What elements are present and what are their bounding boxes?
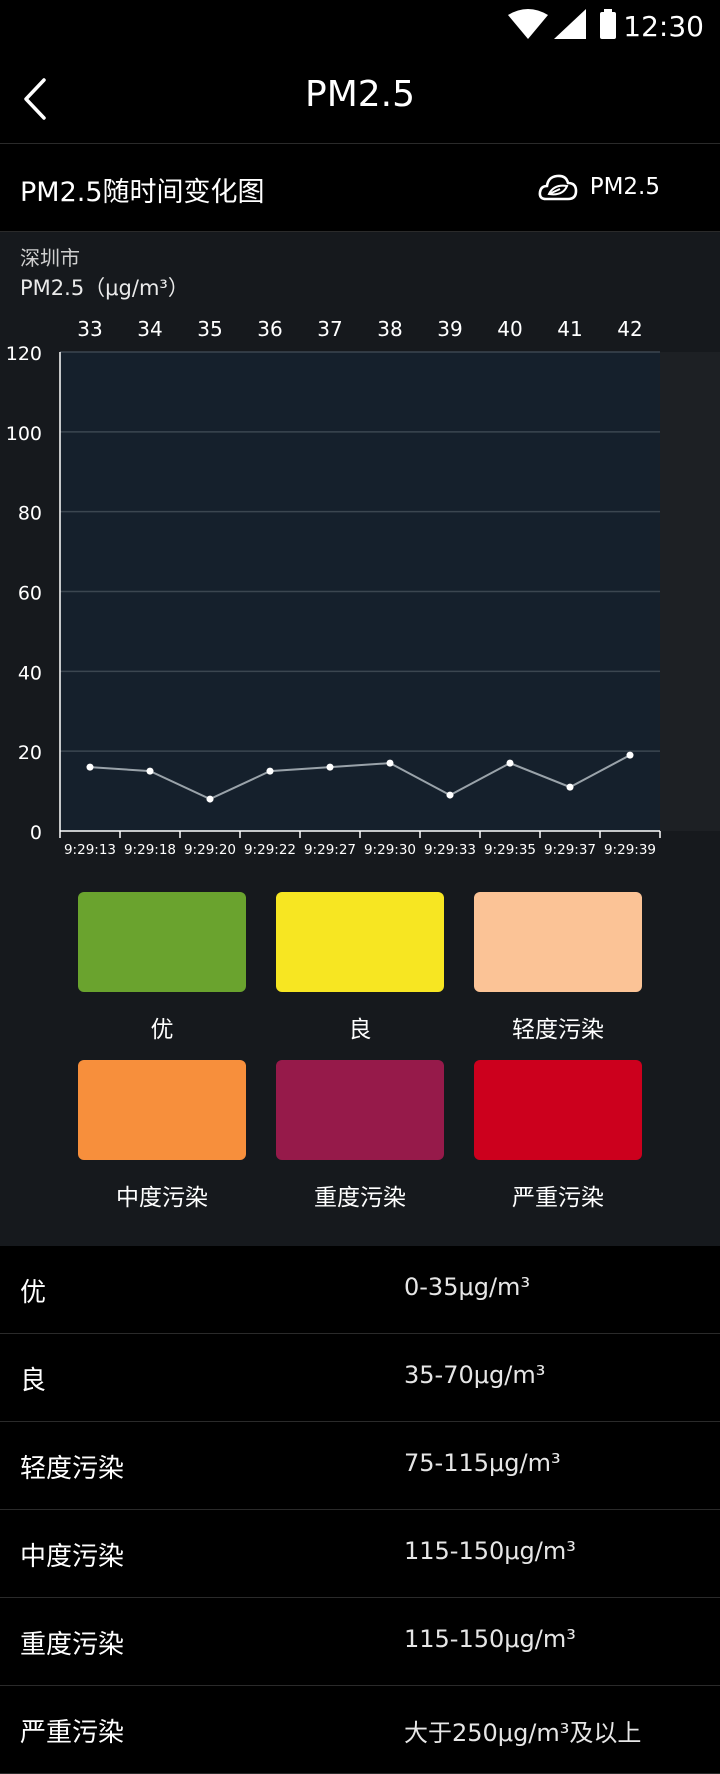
section-tag: PM2.5: [538, 172, 660, 202]
aqi-legend: 优 良 轻度污染 中度污染 重度污染 严重污染: [0, 892, 720, 1232]
legend-item-heavy: 重度污染: [276, 1060, 444, 1212]
top-index-label: 35: [197, 317, 222, 341]
legend-label: 轻度污染: [512, 1017, 604, 1043]
x-tick-label: 9:29:30: [364, 842, 416, 858]
level-range: 115-150μg/m³: [404, 1625, 576, 1653]
page-title: PM2.5: [304, 74, 416, 115]
x-tick-label: 9:29:18: [124, 842, 176, 858]
data-point: [566, 783, 574, 791]
y-tick-label: 120: [6, 343, 42, 365]
level-range: 115-150μg/m³: [404, 1537, 576, 1565]
x-tick-label: 9:29:22: [244, 842, 296, 858]
level-name: 重度污染: [20, 1630, 125, 1660]
legend-swatch: [474, 892, 642, 992]
top-index-label: 37: [317, 317, 342, 341]
top-index-label: 40: [497, 317, 522, 341]
data-point: [446, 791, 454, 799]
level-range: 0-35μg/m³: [404, 1273, 531, 1301]
data-point: [266, 767, 274, 775]
legend-swatch: [276, 892, 444, 992]
battery-icon: [598, 9, 618, 43]
legend-label: 优: [150, 1017, 174, 1043]
top-index-label: 33: [77, 317, 102, 341]
legend-item-good: 良: [276, 892, 444, 1044]
legend-item-excellent: 优: [78, 892, 246, 1044]
legend-item-moderate: 中度污染: [78, 1060, 246, 1212]
y-tick-label: 20: [18, 742, 42, 764]
data-point: [146, 767, 154, 775]
y-tick-label: 80: [18, 503, 42, 525]
top-index-label: 38: [377, 317, 402, 341]
legend-swatch: [474, 1060, 642, 1160]
x-tick-label: 9:29:37: [544, 842, 596, 858]
x-tick-label: 9:29:39: [604, 842, 656, 858]
level-range: 大于250μg/m³及以上: [404, 1719, 642, 1747]
cloud-leaf-icon: [538, 174, 578, 201]
section-header: PM2.5随时间变化图 PM2.5: [0, 144, 720, 232]
y-tick-label: 60: [18, 583, 42, 605]
section-tag-label: PM2.5: [589, 174, 660, 200]
status-time: 12:30: [623, 10, 704, 43]
legend-label: 重度污染: [314, 1185, 406, 1211]
section-title: PM2.5随时间变化图: [20, 177, 265, 208]
legend-label: 严重污染: [512, 1185, 604, 1211]
data-point: [326, 763, 334, 771]
top-index-label: 39: [437, 317, 462, 341]
level-name: 优: [20, 1278, 47, 1308]
x-tick-label: 9:29:33: [424, 842, 476, 858]
data-point: [386, 759, 394, 767]
legend-item-light: 轻度污染: [474, 892, 642, 1044]
x-tick-label: 9:29:13: [64, 842, 116, 858]
level-name: 中度污染: [20, 1542, 125, 1572]
legend-swatch: [78, 1060, 246, 1160]
table-row: 优 0-35μg/m³: [0, 1246, 720, 1334]
aqi-level-table: 优 0-35μg/m³ 良 35-70μg/m³ 轻度污染 75-115μg/m…: [0, 1246, 720, 1774]
table-row: 重度污染 115-150μg/m³: [0, 1598, 720, 1686]
pm25-line-chart: 0 20 40 60 80 100 120 9:29:13 9:29:18 9:29:20 9:29…: [0, 317, 720, 858]
legend-label: 良: [348, 1017, 372, 1043]
top-index-label: 34: [137, 317, 162, 341]
chart-panel: 深圳市 PM2.5（μg/m³） 0 20 40 60 80 100 120 9:29:13 9…: [0, 232, 720, 1246]
level-range: 75-115μg/m³: [404, 1449, 561, 1477]
data-point: [506, 759, 514, 767]
table-row: 严重污染 大于250μg/m³及以上: [0, 1686, 720, 1774]
status-bar: 12:30: [0, 0, 720, 54]
data-point: [206, 795, 214, 803]
app-bar: PM2.5: [0, 54, 720, 144]
y-tick-label: 0: [30, 822, 42, 844]
table-row: 中度污染 115-150μg/m³: [0, 1510, 720, 1598]
x-tick-label: 9:29:35: [484, 842, 536, 858]
signal-icon: [554, 9, 586, 43]
top-index-label: 41: [557, 317, 582, 341]
legend-swatch: [276, 1060, 444, 1160]
y-tick-label: 100: [6, 423, 42, 445]
top-index-label: 42: [617, 317, 642, 341]
legend-label: 中度污染: [116, 1185, 208, 1211]
legend-item-severe: 严重污染: [474, 1060, 642, 1212]
table-row: 良 35-70μg/m³: [0, 1334, 720, 1422]
data-point: [86, 763, 94, 771]
top-index-label: 36: [257, 317, 282, 341]
level-name: 严重污染: [20, 1718, 125, 1748]
level-range: 35-70μg/m³: [404, 1361, 546, 1389]
legend-swatch: [78, 892, 246, 992]
x-tick-label: 9:29:27: [304, 842, 356, 858]
data-point: [626, 751, 634, 759]
wifi-icon: [508, 9, 548, 43]
level-name: 轻度污染: [20, 1454, 125, 1484]
x-tick-label: 9:29:20: [184, 842, 236, 858]
table-row: 轻度污染 75-115μg/m³: [0, 1422, 720, 1510]
level-name: 良: [20, 1366, 47, 1396]
y-tick-label: 40: [18, 662, 42, 684]
